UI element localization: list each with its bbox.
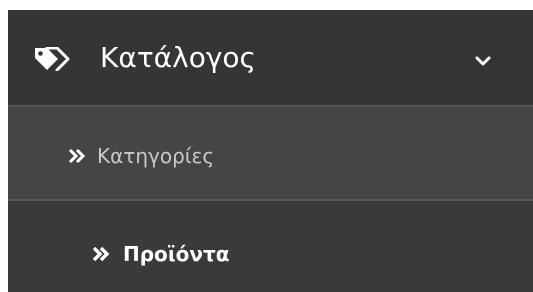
double-chevron-right-icon <box>92 247 110 261</box>
double-chevron-right-icon <box>68 149 86 163</box>
sidebar-item-label: Προϊόντα <box>123 242 230 266</box>
sidebar-catalog-menu: Κατάλογος Κατηγορίες Προϊόντα <box>8 10 533 292</box>
sidebar-item-categories[interactable]: Κατηγορίες <box>8 107 533 201</box>
menu-header-label: Κατάλογος <box>100 41 256 74</box>
menu-header-catalog[interactable]: Κατάλογος <box>8 10 533 107</box>
sidebar-item-label: Κατηγορίες <box>97 144 215 168</box>
chevron-down-icon[interactable] <box>475 55 491 67</box>
sidebar-item-products[interactable]: Προϊόντα <box>8 201 533 292</box>
tags-icon <box>35 47 70 71</box>
